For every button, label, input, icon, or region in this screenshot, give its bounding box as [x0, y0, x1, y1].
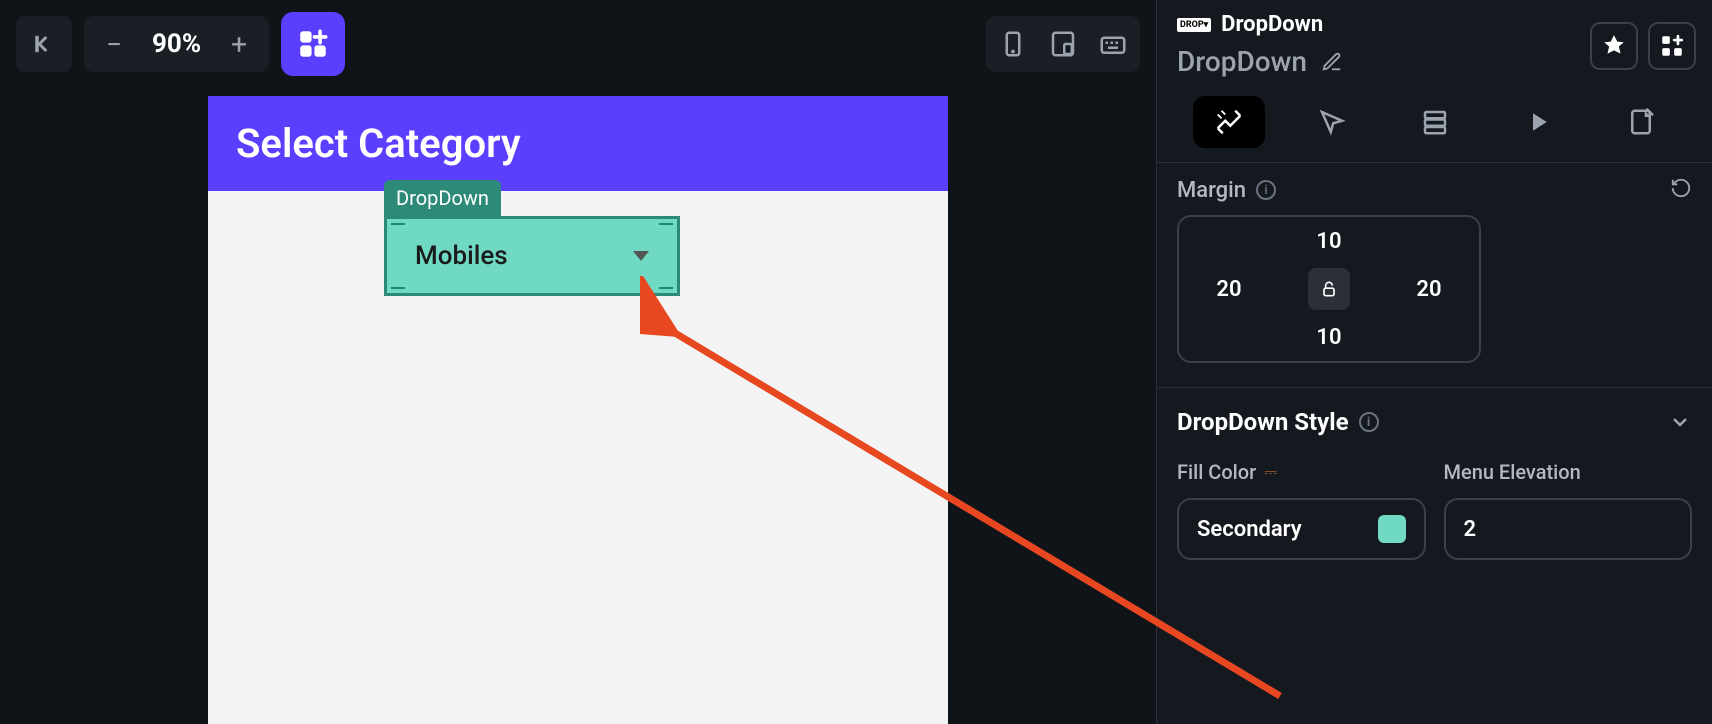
property-tabs: [1157, 86, 1712, 163]
zoom-control: − 90% +: [84, 16, 269, 72]
top-toolbar: − 90% +: [0, 0, 1156, 88]
fill-color-value: Secondary: [1197, 517, 1302, 542]
dropdown-style-section-header[interactable]: DropDown Style i: [1177, 408, 1692, 436]
collapse-panel-button[interactable]: [16, 16, 72, 72]
widget-name[interactable]: DropDown: [1177, 45, 1307, 78]
tab-animations[interactable]: [1502, 96, 1574, 148]
tab-design[interactable]: [1193, 96, 1265, 148]
margin-editor[interactable]: 10 20 20 10: [1177, 215, 1481, 363]
tab-data[interactable]: [1399, 96, 1471, 148]
chevron-down-icon: [633, 251, 649, 261]
phone-frame: Select Category DropDown Mobiles: [208, 96, 948, 724]
tablet-preview-button[interactable]: [1048, 29, 1078, 59]
info-icon[interactable]: i: [1359, 412, 1379, 432]
app-bar-title: Select Category: [236, 120, 521, 167]
menu-elevation-label: Menu Elevation: [1444, 460, 1581, 484]
app-bar[interactable]: Select Category: [208, 96, 948, 191]
properties-panel: DROP▾ DropDown DropDown: [1156, 0, 1712, 724]
widget-label-tag: DropDown: [384, 180, 501, 216]
menu-elevation-input[interactable]: 2: [1444, 498, 1693, 560]
tab-actions[interactable]: [1296, 96, 1368, 148]
dropdown-selected-value: Mobiles: [415, 241, 621, 271]
tab-docs[interactable]: [1605, 96, 1677, 148]
design-canvas[interactable]: Select Category DropDown Mobiles: [0, 88, 1156, 724]
margin-top-value[interactable]: 10: [1316, 229, 1341, 254]
dropdown-widget[interactable]: Mobiles: [384, 216, 680, 296]
info-icon[interactable]: i: [1256, 180, 1276, 200]
zoom-in-button[interactable]: +: [217, 22, 261, 66]
phone-preview-button[interactable]: [998, 29, 1028, 59]
premium-button[interactable]: [1590, 22, 1638, 70]
dropdown-widget-selection[interactable]: DropDown Mobiles: [384, 180, 680, 296]
fill-color-input[interactable]: Secondary: [1177, 498, 1426, 560]
fill-color-label: Fill Color: [1177, 460, 1256, 484]
style-section-label: DropDown Style: [1177, 408, 1349, 436]
add-component-button[interactable]: [1648, 22, 1696, 70]
menu-elevation-value: 2: [1464, 517, 1477, 542]
variable-icon[interactable]: ⎓: [1264, 462, 1277, 482]
color-swatch[interactable]: [1378, 515, 1406, 543]
margin-right-value[interactable]: 20: [1416, 277, 1441, 302]
dropdown-type-icon: DROP▾: [1177, 18, 1211, 32]
margin-bottom-value[interactable]: 10: [1316, 325, 1341, 350]
zoom-out-button[interactable]: −: [92, 22, 136, 66]
add-widget-button[interactable]: [281, 12, 345, 76]
keyboard-icon[interactable]: [1098, 29, 1128, 59]
breadcrumb-label: DropDown: [1221, 12, 1323, 37]
margin-label: Margin: [1177, 178, 1246, 203]
margin-lock-toggle[interactable]: [1308, 268, 1350, 310]
zoom-value[interactable]: 90%: [144, 29, 209, 59]
reset-margin-button[interactable]: [1670, 177, 1692, 203]
margin-left-value[interactable]: 20: [1216, 277, 1241, 302]
edit-name-icon[interactable]: [1321, 51, 1343, 73]
chevron-down-icon: [1668, 410, 1692, 434]
device-preview-group: [986, 16, 1140, 72]
